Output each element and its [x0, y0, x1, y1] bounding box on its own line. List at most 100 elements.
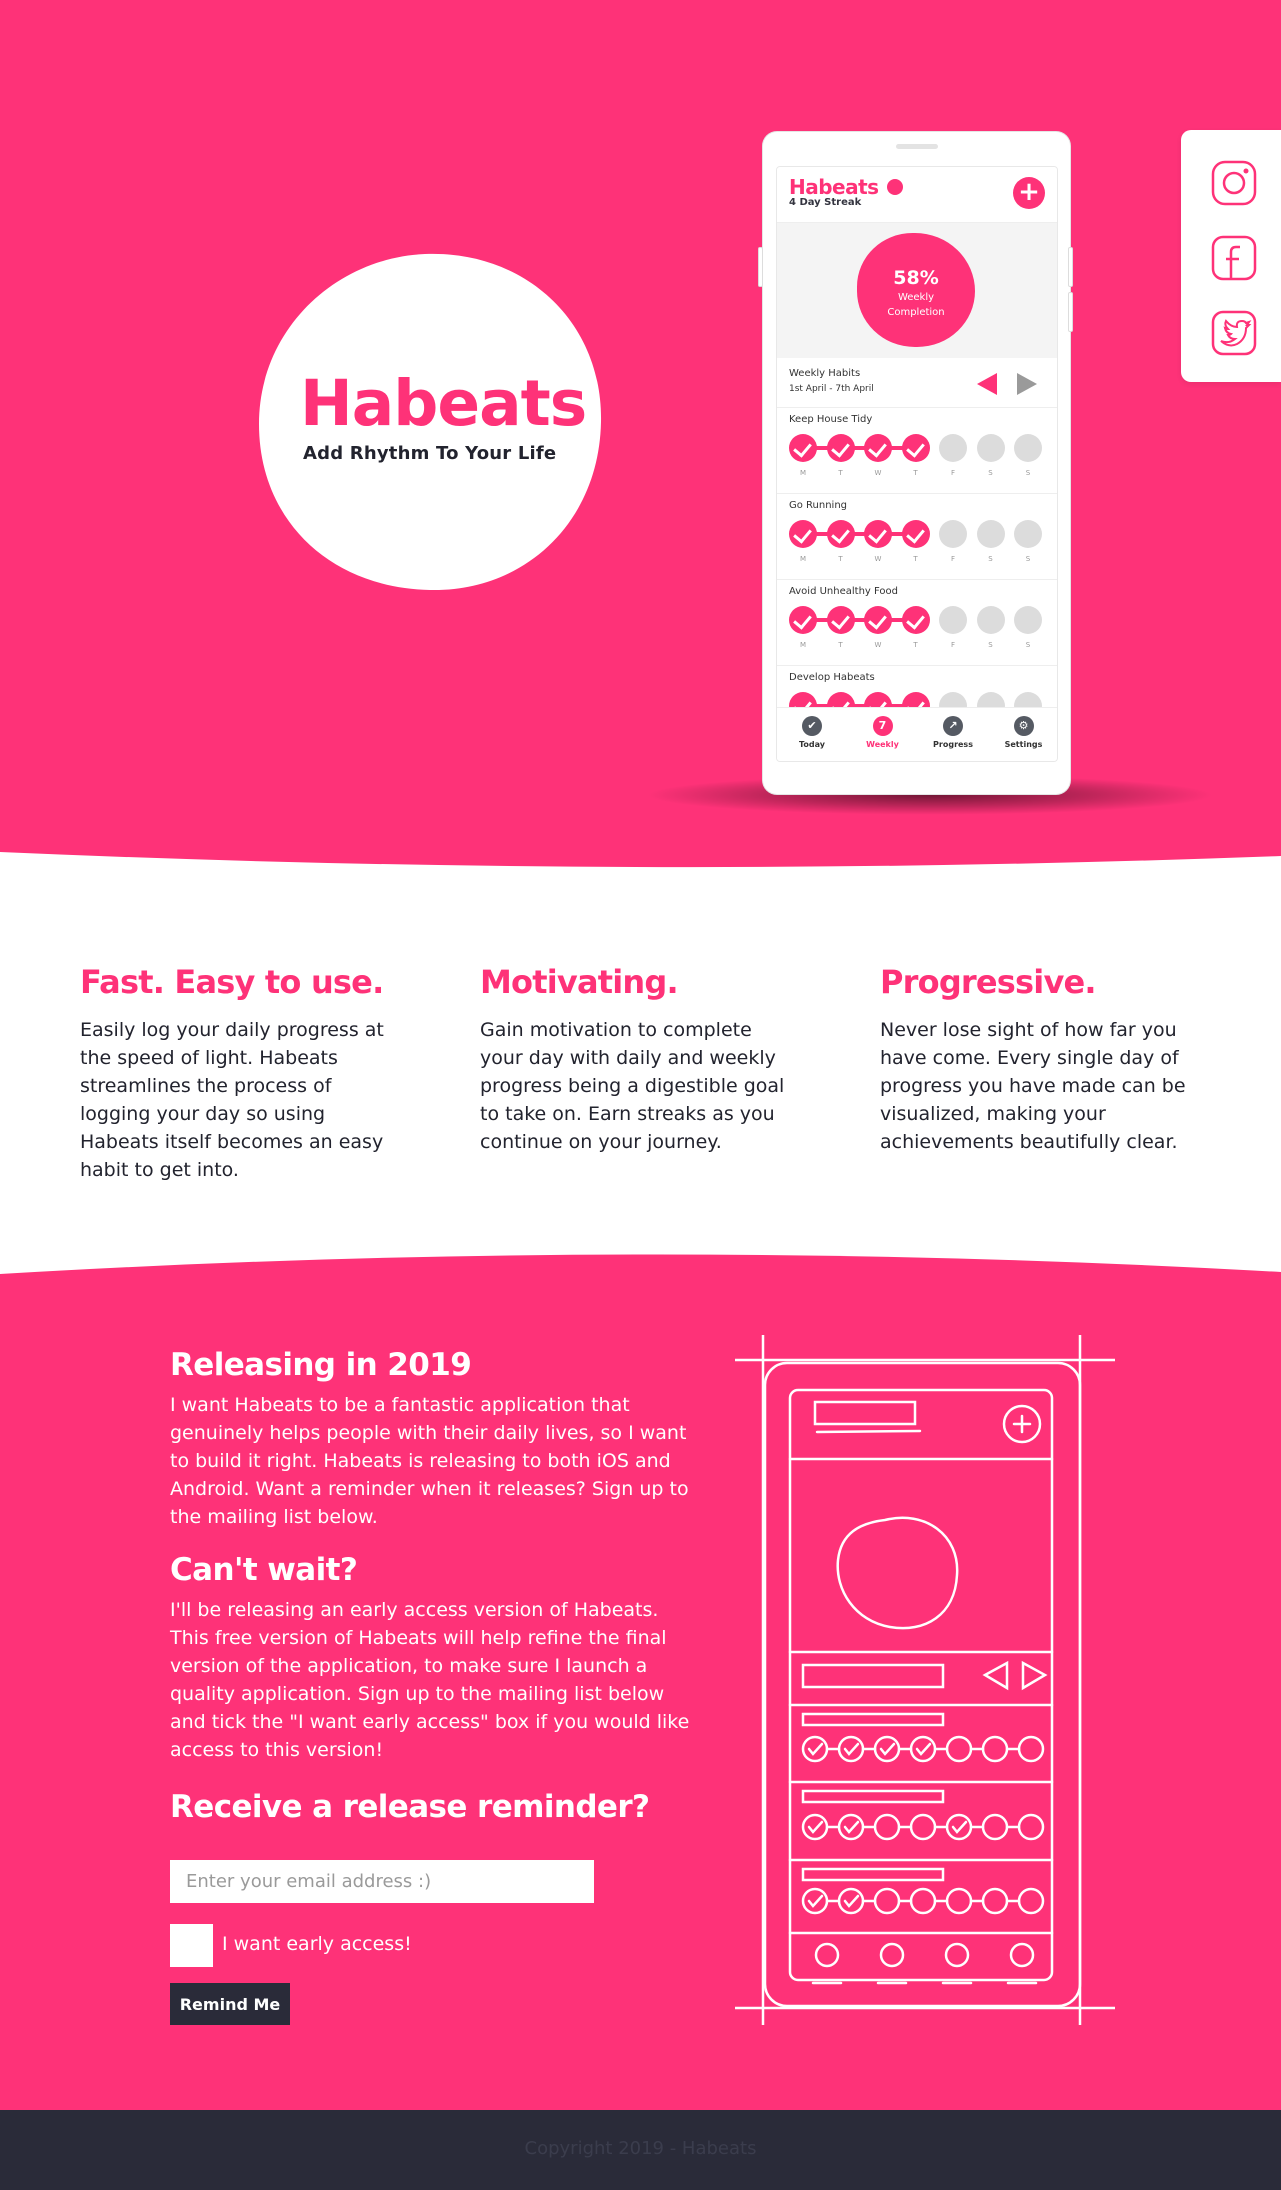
sketch-day-circle	[945, 1813, 973, 1841]
tab-progress[interactable]: ↗ Progress	[923, 716, 983, 749]
next-week-icon[interactable]	[1017, 373, 1037, 395]
social-links	[1181, 130, 1281, 382]
sketch-day-circle	[873, 1813, 901, 1841]
day-label: T	[838, 469, 843, 477]
footer: Copyright 2019 - Habeats	[0, 2110, 1281, 2190]
day-label: T	[913, 641, 918, 649]
app-screen: Habeats 4 Day Streak + 58% Weekly Comple…	[776, 166, 1058, 762]
day-checked-icon[interactable]	[901, 520, 930, 548]
day-checked-icon[interactable]	[826, 434, 855, 462]
day-label: M	[799, 469, 807, 477]
day-label: T	[913, 555, 918, 563]
day-label: F	[950, 469, 956, 477]
tab-today[interactable]: ✔ Today	[782, 716, 842, 749]
day-checked-icon[interactable]	[864, 606, 892, 634]
habit-name: Avoid Unhealthy Food	[789, 586, 898, 597]
weekly-header: Weekly Habits 1st April - 7th April	[777, 358, 1057, 408]
sketch-day-circle	[909, 1735, 937, 1763]
day-checked-icon[interactable]	[826, 606, 855, 634]
sketch-day-circle	[837, 1735, 865, 1763]
day-checked-icon[interactable]	[864, 520, 892, 548]
day-empty-circle[interactable]	[976, 434, 1005, 462]
feature-fast: Fast. Easy to use. Easily log your daily…	[80, 963, 400, 1184]
tab-settings[interactable]: ⚙ Settings	[994, 716, 1054, 749]
feature-text: Gain motivation to complete your day wit…	[480, 1019, 785, 1154]
tab-label: Settings	[1004, 740, 1043, 749]
email-input[interactable]	[170, 1860, 594, 1903]
day-checked-icon[interactable]	[789, 520, 817, 548]
completion-label: Weekly	[897, 292, 935, 303]
add-habit-button[interactable]: +	[1013, 177, 1045, 209]
day-checked-icon[interactable]	[789, 606, 817, 634]
instagram-icon[interactable]	[1209, 158, 1259, 208]
completion-circle: 58% Weekly Completion	[857, 233, 975, 347]
day-empty-circle[interactable]	[939, 520, 967, 548]
sketch-check-icon	[807, 1742, 824, 1756]
day-checked-icon[interactable]	[901, 434, 930, 462]
day-checked-icon[interactable]	[826, 520, 855, 548]
sketch-day-circle	[981, 1813, 1009, 1841]
day-empty-circle[interactable]	[1014, 606, 1042, 634]
day-checked-icon[interactable]	[901, 606, 930, 634]
sketch-day-circle	[801, 1887, 829, 1915]
phone-side-button	[1068, 292, 1073, 332]
sketch-day-circle	[873, 1735, 901, 1763]
sketch-day-circle	[909, 1887, 937, 1915]
streak-line	[803, 618, 916, 622]
phone-side-button	[1068, 247, 1073, 287]
day-empty-circle[interactable]	[939, 606, 967, 634]
copyright-text: Copyright 2019 - Habeats	[524, 2138, 757, 2159]
day-label: W	[874, 469, 882, 477]
day-empty-circle[interactable]	[1014, 434, 1042, 462]
habit-row: Keep House Tidy M T W T F S S	[777, 408, 1057, 494]
sketch-check-icon	[879, 1742, 896, 1756]
release-content: Releasing in 2019 I want Habeats to be a…	[170, 1350, 700, 1823]
tab-weekly[interactable]: 7 Weekly	[853, 716, 913, 749]
day-label: W	[874, 641, 882, 649]
remind-me-button[interactable]: Remind Me	[170, 1983, 290, 2025]
day-empty-circle[interactable]	[976, 606, 1005, 634]
smile-icon	[887, 179, 903, 195]
feature-title: Fast. Easy to use.	[80, 963, 384, 1001]
sketch-day-circle	[1017, 1813, 1045, 1841]
day-empty-circle[interactable]	[939, 434, 967, 462]
twitter-icon[interactable]	[1209, 308, 1259, 358]
habit-name: Keep House Tidy	[789, 414, 873, 425]
day-checked-icon[interactable]	[789, 434, 817, 462]
early-access-text: I'll be releasing an early access versio…	[170, 1599, 690, 1761]
sketch-check-icon	[843, 1820, 860, 1834]
habit-name: Go Running	[789, 500, 848, 511]
completion-label: Completion	[887, 307, 945, 318]
gear-icon: ⚙	[1013, 716, 1034, 736]
day-empty-circle[interactable]	[1014, 520, 1042, 548]
day-label: F	[950, 641, 956, 649]
brand-logo-title: Habeats	[300, 367, 587, 440]
tab-label: Today	[799, 740, 825, 749]
day-label: T	[913, 469, 918, 477]
phone-mockup: Habeats 4 Day Streak + 58% Weekly Comple…	[758, 132, 1073, 794]
completion-panel: 58% Weekly Completion	[777, 223, 1057, 358]
feature-title: Progressive.	[880, 963, 1097, 1001]
day-label: S	[988, 469, 993, 477]
sketch-check-icon	[807, 1820, 824, 1834]
streak-line	[803, 532, 916, 536]
previous-week-icon[interactable]	[977, 373, 997, 395]
sketch-day-circle	[801, 1735, 829, 1763]
early-access-checkbox[interactable]	[170, 1924, 213, 1967]
sketch-day-circle	[981, 1735, 1009, 1763]
release-text: I want Habeats to be a fantastic applica…	[170, 1394, 689, 1528]
day-checked-icon[interactable]	[864, 434, 892, 462]
day-label: T	[838, 555, 843, 563]
habit-row: Avoid Unhealthy Food M T W T F S S	[777, 580, 1057, 666]
sketch-day-circle	[837, 1813, 865, 1841]
facebook-icon[interactable]	[1209, 233, 1259, 283]
feature-text: Easily log your daily progress at the sp…	[80, 1019, 384, 1182]
sketch-day-circle	[873, 1887, 901, 1915]
weekly-title: Weekly Habits	[789, 368, 861, 379]
day-empty-circle[interactable]	[976, 520, 1005, 548]
completion-value: 58%	[893, 267, 939, 289]
tab-label: Weekly	[866, 740, 899, 749]
phone-side-button	[758, 247, 763, 287]
habit-name: Develop Habeats	[789, 672, 875, 683]
day-label: S	[988, 555, 993, 563]
